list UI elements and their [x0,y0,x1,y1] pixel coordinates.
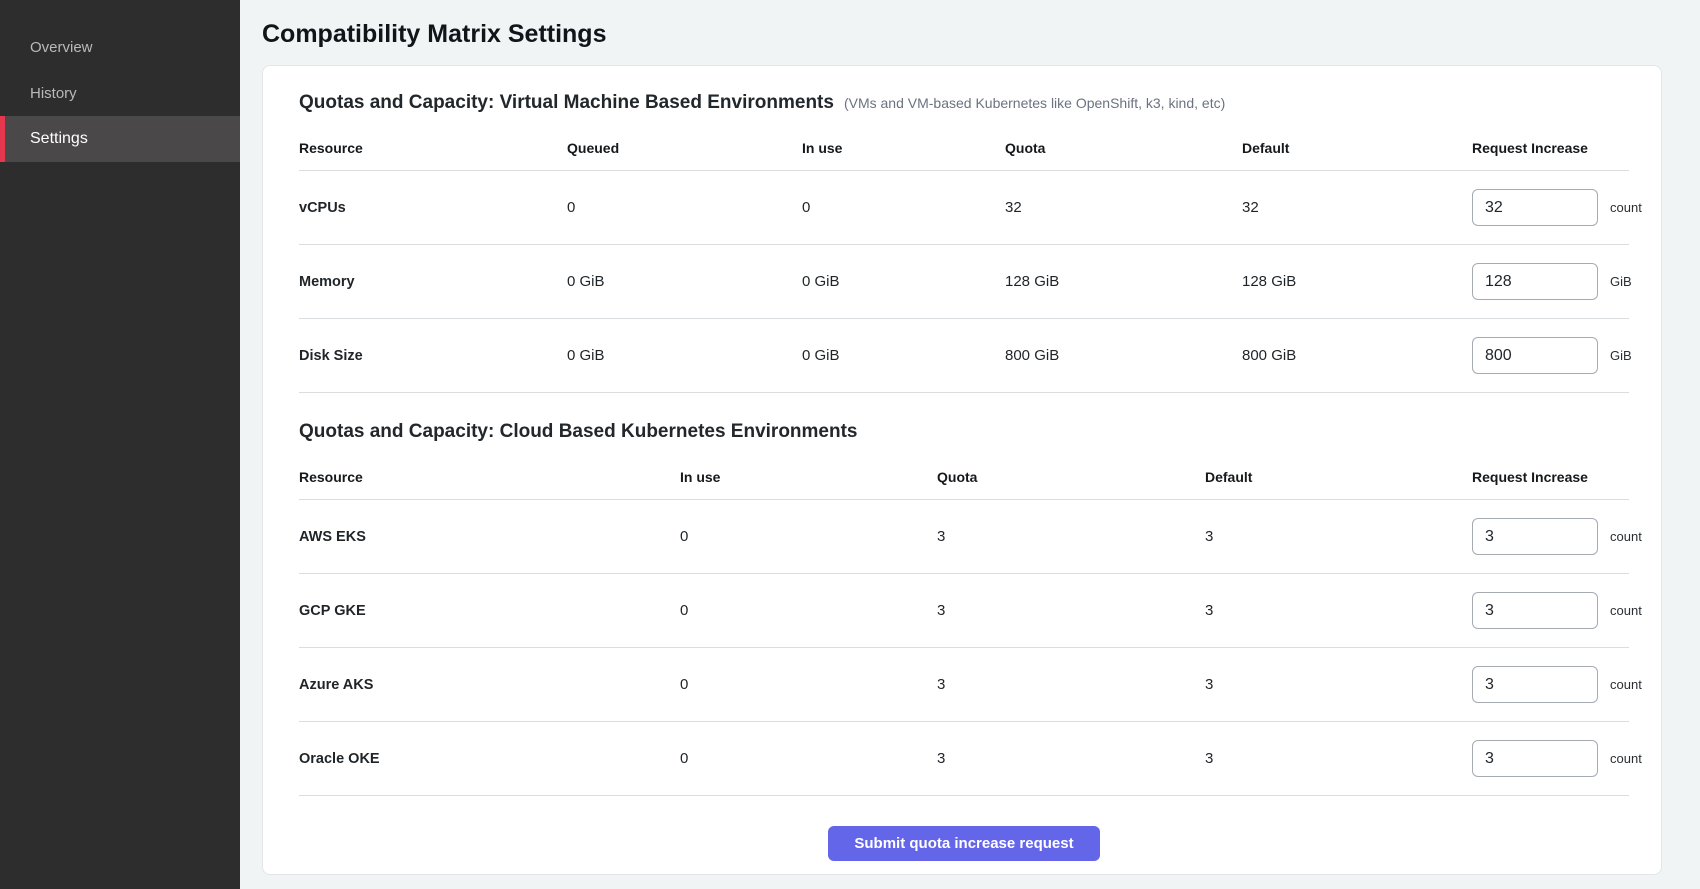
in-use-value: 0 GiB [802,347,1005,364]
vm-section-subtitle: (VMs and VM-based Kubernetes like OpenSh… [844,95,1225,111]
table-row: Oracle OKE 0 3 3 count [299,722,1629,796]
table-row: Disk Size 0 GiB 0 GiB 800 GiB 800 GiB Gi… [299,319,1629,393]
unit-label: GiB [1610,348,1632,363]
unit-label: count [1610,603,1642,618]
resource-name: Disk Size [299,348,567,364]
azure-aks-request-input[interactable] [1472,666,1598,703]
sidebar: Overview History Settings [0,0,240,889]
table-row: vCPUs 0 0 32 32 count [299,171,1629,245]
col-header-default: Default [1205,469,1472,485]
resource-name: vCPUs [299,200,567,216]
cloud-section-header: Quotas and Capacity: Cloud Based Kuberne… [299,421,1629,443]
vm-table-header: Resource Queued In use Quota Default Req… [299,130,1629,171]
default-value: 128 GiB [1242,273,1472,290]
table-row: Azure AKS 0 3 3 count [299,648,1629,722]
col-header-request-increase: Request Increase [1472,140,1629,156]
request-increase-group: GiB [1472,263,1632,300]
in-use-value: 0 [680,676,937,693]
table-row: Memory 0 GiB 0 GiB 128 GiB 128 GiB GiB [299,245,1629,319]
main-content: Compatibility Matrix Settings Quotas and… [240,0,1700,889]
request-increase-group: count [1472,518,1642,555]
page-title: Compatibility Matrix Settings [262,20,1662,49]
request-increase-group: count [1472,740,1642,777]
quota-value: 32 [1005,199,1242,216]
queued-value: 0 GiB [567,347,802,364]
resource-name: Azure AKS [299,677,680,693]
cloud-section-title: Quotas and Capacity: Cloud Based Kuberne… [299,421,858,443]
col-header-default: Default [1242,140,1472,156]
request-increase-group: count [1472,189,1642,226]
col-header-resource: Resource [299,140,567,156]
request-increase-group: count [1472,666,1642,703]
in-use-value: 0 [680,750,937,767]
quota-value: 128 GiB [1005,273,1242,290]
table-row: AWS EKS 0 3 3 count [299,500,1629,574]
aws-eks-request-input[interactable] [1472,518,1598,555]
unit-label: count [1610,529,1642,544]
unit-label: count [1610,751,1642,766]
queued-value: 0 GiB [567,273,802,290]
in-use-value: 0 GiB [802,273,1005,290]
vm-section-header: Quotas and Capacity: Virtual Machine Bas… [299,92,1629,114]
oracle-oke-request-input[interactable] [1472,740,1598,777]
quota-value: 3 [937,750,1205,767]
vm-section-title: Quotas and Capacity: Virtual Machine Bas… [299,92,834,114]
in-use-value: 0 [802,199,1005,216]
queued-value: 0 [567,199,802,216]
default-value: 32 [1242,199,1472,216]
resource-name: Memory [299,274,567,290]
memory-request-input[interactable] [1472,263,1598,300]
unit-label: count [1610,677,1642,692]
sidebar-item-overview[interactable]: Overview [0,24,240,70]
request-increase-group: count [1472,592,1642,629]
in-use-value: 0 [680,528,937,545]
quota-value: 3 [937,676,1205,693]
sidebar-item-label: Settings [30,130,88,148]
footer-row: Submit quota increase request [299,796,1629,861]
col-header-in-use: In use [680,469,937,485]
col-header-request-increase: Request Increase [1472,469,1629,485]
resource-name: GCP GKE [299,603,680,619]
in-use-value: 0 [680,602,937,619]
col-header-resource: Resource [299,469,680,485]
submit-quota-increase-button[interactable]: Submit quota increase request [828,826,1099,861]
cloud-table-header: Resource In use Quota Default Request In… [299,459,1629,500]
resource-name: Oracle OKE [299,751,680,767]
quota-value: 3 [937,528,1205,545]
unit-label: count [1610,200,1642,215]
col-header-queued: Queued [567,140,802,156]
gcp-gke-request-input[interactable] [1472,592,1598,629]
col-header-in-use: In use [802,140,1005,156]
default-value: 3 [1205,750,1472,767]
default-value: 3 [1205,528,1472,545]
sidebar-item-history[interactable]: History [0,70,240,116]
resource-name: AWS EKS [299,529,680,545]
request-increase-group: GiB [1472,337,1632,374]
disk-size-request-input[interactable] [1472,337,1598,374]
quota-value: 3 [937,602,1205,619]
sidebar-item-label: History [30,85,77,102]
vcpus-request-input[interactable] [1472,189,1598,226]
default-value: 3 [1205,602,1472,619]
settings-card: Quotas and Capacity: Virtual Machine Bas… [262,65,1662,875]
col-header-quota: Quota [937,469,1205,485]
unit-label: GiB [1610,274,1632,289]
default-value: 800 GiB [1242,347,1472,364]
quota-value: 800 GiB [1005,347,1242,364]
table-row: GCP GKE 0 3 3 count [299,574,1629,648]
sidebar-item-label: Overview [30,39,93,56]
sidebar-item-settings[interactable]: Settings [0,116,240,162]
default-value: 3 [1205,676,1472,693]
col-header-quota: Quota [1005,140,1242,156]
